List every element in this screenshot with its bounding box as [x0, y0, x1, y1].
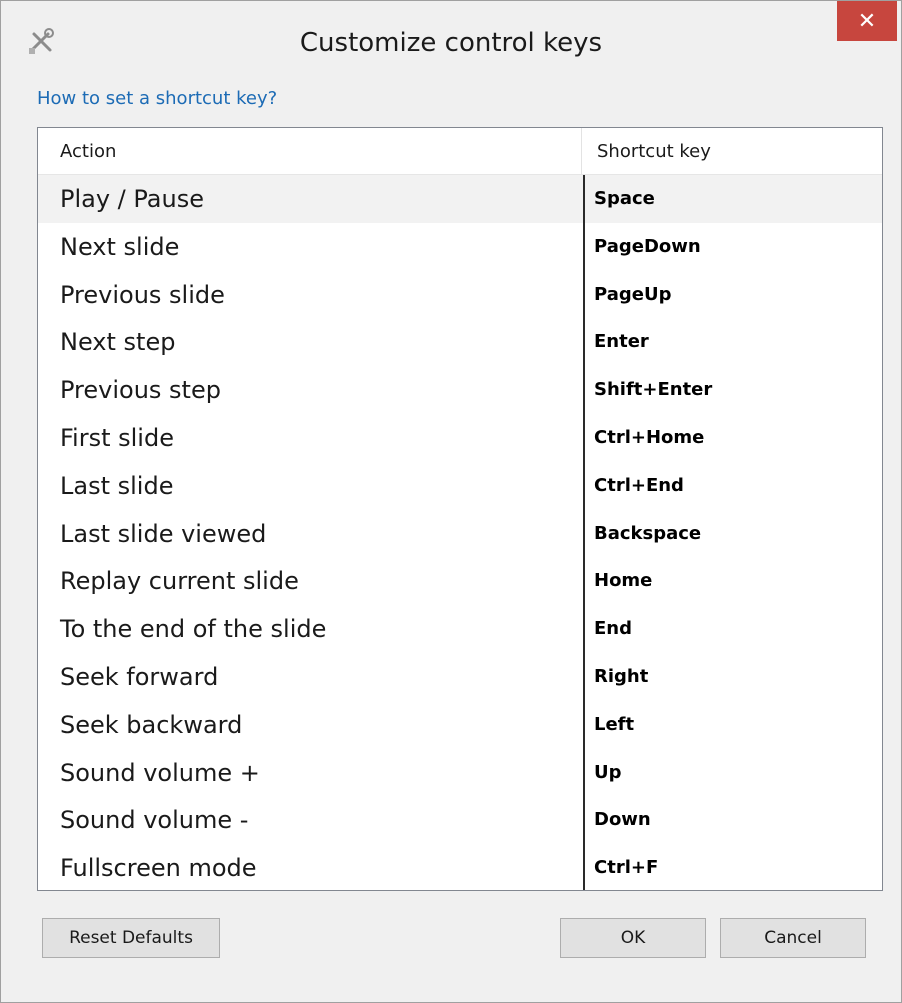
header-divider[interactable] [581, 128, 582, 174]
window-title: Customize control keys [299, 28, 603, 58]
table-row[interactable]: Play / Pause Space [38, 175, 882, 223]
table-row[interactable]: Sound volume + Up [38, 749, 882, 797]
shortcut-key-cell[interactable]: Ctrl+F [594, 844, 658, 890]
action-cell: Next slide [60, 232, 180, 261]
column-divider [583, 175, 585, 890]
table-row[interactable]: Previous step Shift+Enter [38, 366, 882, 414]
table-row[interactable]: Seek forward Right [38, 653, 882, 701]
shortcut-key-cell[interactable]: Ctrl+Home [594, 414, 704, 462]
shortcut-key-cell[interactable]: Shift+Enter [594, 366, 712, 414]
action-cell: Last slide [60, 471, 174, 500]
close-icon: ✕ [857, 8, 877, 34]
action-cell: Replay current slide [60, 567, 299, 596]
action-cell: Previous slide [60, 280, 225, 309]
shortcut-key-cell[interactable]: PageDown [594, 223, 701, 271]
table-row[interactable]: Next step Enter [38, 318, 882, 366]
table-row[interactable]: Fullscreen mode Ctrl+F [38, 844, 882, 890]
help-link[interactable]: How to set a shortcut key? [37, 88, 277, 109]
dialog-window: Customize control keys ✕ How to set a sh… [0, 0, 902, 1003]
table-row[interactable]: First slide Ctrl+Home [38, 414, 882, 462]
table-header: Action Shortcut key [38, 128, 882, 175]
table-body: Play / Pause Space Next slide PageDown Previ… [38, 175, 882, 890]
reset-defaults-button[interactable]: Reset Defaults [42, 918, 220, 958]
shortcut-key-cell[interactable]: Left [594, 701, 634, 749]
table-row[interactable]: Last slide Ctrl+End [38, 462, 882, 510]
shortcut-key-cell[interactable]: Down [594, 796, 651, 844]
table-row[interactable]: Replay current slide Home [38, 557, 882, 605]
action-cell: Previous step [60, 376, 221, 405]
shortcut-table[interactable]: Action Shortcut key Play / Pause Space Nex… [37, 127, 883, 891]
action-cell: Seek forward [60, 662, 219, 691]
shortcut-key-cell[interactable]: Enter [594, 318, 649, 366]
cancel-button[interactable]: Cancel [720, 918, 866, 958]
action-cell: Sound volume - [60, 806, 249, 835]
action-cell: Seek backward [60, 710, 243, 739]
action-cell: Sound volume + [60, 758, 260, 787]
title-bar[interactable]: Customize control keys ✕ [1, 1, 901, 83]
action-cell: Fullscreen mode [60, 854, 257, 883]
shortcut-key-cell[interactable]: Ctrl+End [594, 462, 684, 510]
action-cell: To the end of the slide [60, 615, 327, 644]
table-row[interactable]: Seek backward Left [38, 701, 882, 749]
action-cell: Play / Pause [60, 185, 204, 213]
shortcut-key-cell[interactable]: Space [594, 175, 655, 223]
shortcut-key-cell[interactable]: Home [594, 557, 652, 605]
ok-button[interactable]: OK [560, 918, 706, 958]
action-cell: First slide [60, 423, 174, 452]
close-button[interactable]: ✕ [837, 1, 897, 41]
table-row[interactable]: Sound volume - Down [38, 796, 882, 844]
action-cell: Last slide viewed [60, 519, 267, 548]
table-row[interactable]: Previous slide PageUp [38, 271, 882, 319]
column-header-action[interactable]: Action [60, 128, 116, 174]
shortcut-key-cell[interactable]: Up [594, 749, 622, 797]
shortcut-key-cell[interactable]: Right [594, 653, 648, 701]
shortcut-key-cell[interactable]: Backspace [594, 510, 701, 558]
table-row[interactable]: Last slide viewed Backspace [38, 510, 882, 558]
table-row[interactable]: To the end of the slide End [38, 605, 882, 653]
action-cell: Next step [60, 328, 176, 357]
shortcut-key-cell[interactable]: PageUp [594, 271, 671, 319]
column-header-shortcut[interactable]: Shortcut key [597, 128, 711, 174]
table-row[interactable]: Next slide PageDown [38, 223, 882, 271]
shortcut-key-cell[interactable]: End [594, 605, 632, 653]
